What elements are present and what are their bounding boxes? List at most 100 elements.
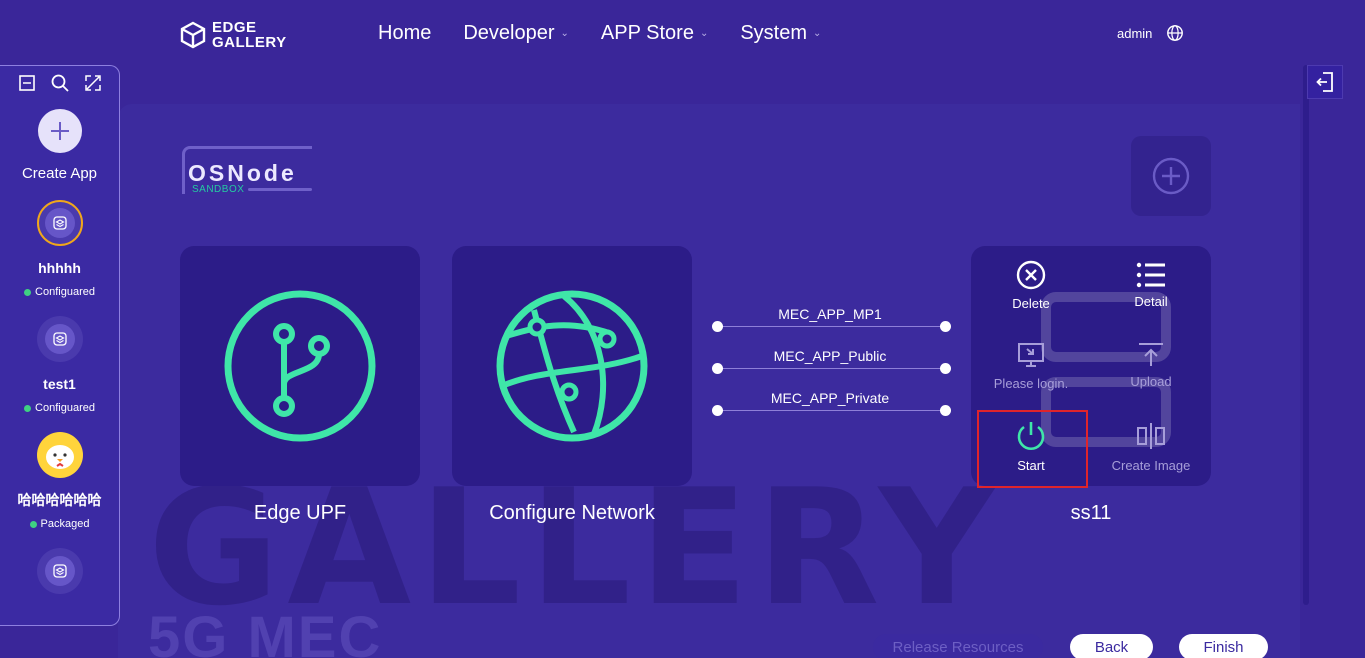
upload-icon xyxy=(1139,343,1163,366)
configure-network-card[interactable] xyxy=(452,246,692,486)
layers-icon xyxy=(44,324,75,354)
sidebar-app-item[interactable] xyxy=(0,548,119,594)
logo-cube-icon xyxy=(180,21,206,49)
app-avatar xyxy=(36,548,83,594)
sidebar-app-item[interactable]: 哈哈哈哈哈哈 Packaged xyxy=(0,432,119,530)
network-name: MEC_APP_Private xyxy=(770,390,890,406)
finish-button[interactable]: Finish xyxy=(1179,634,1268,658)
nav-system-label: System xyxy=(740,22,808,44)
app-sidebar: Create App hhhhh Configuared test1 Confi… xyxy=(0,65,120,626)
edge-upf-card[interactable] xyxy=(180,246,420,486)
user-area: admin xyxy=(1117,24,1184,42)
title-underline xyxy=(248,188,312,191)
connector-dot xyxy=(940,405,951,416)
logo-line1: EDGE xyxy=(212,19,257,36)
network-connector xyxy=(718,368,946,369)
back-button[interactable]: Back xyxy=(1070,634,1153,658)
app-avatar xyxy=(36,316,83,362)
connector-dot xyxy=(712,321,723,332)
connector-dot xyxy=(940,321,951,332)
nav-home[interactable]: Home xyxy=(378,22,431,45)
collapse-button[interactable] xyxy=(17,73,37,93)
network-name: MEC_APP_MP1 xyxy=(778,306,882,322)
delete-label: Delete xyxy=(1012,296,1050,311)
status-badge: Packaged xyxy=(29,518,89,530)
close-circle-icon xyxy=(1016,260,1046,290)
network-globe-icon xyxy=(496,290,648,442)
upload-button[interactable]: Upload xyxy=(1091,342,1211,389)
start-highlight xyxy=(977,410,1088,488)
chevron-down-icon: ⌄ xyxy=(699,28,709,39)
create-app-button[interactable]: Create App xyxy=(0,109,119,182)
list-icon xyxy=(1136,262,1165,288)
exit-button[interactable] xyxy=(1307,65,1343,99)
sidebar-app-item[interactable]: hhhhh Configuared xyxy=(0,200,119,298)
top-navigation: EDGE GALLERY Home Developer ⌄ APP Store … xyxy=(0,0,1365,68)
plus-icon xyxy=(37,109,82,153)
expand-icon xyxy=(84,75,101,91)
nav-app-store[interactable]: APP Store ⌄ xyxy=(601,22,708,45)
network-item[interactable]: MEC_APP_MP1 xyxy=(712,300,954,342)
scrollbar[interactable] xyxy=(1303,65,1309,605)
sidebar-app-item[interactable]: test1 Configuared xyxy=(0,316,119,414)
exit-icon xyxy=(1316,72,1333,92)
release-resources-button[interactable]: Release Resources xyxy=(873,634,1043,658)
username[interactable]: admin xyxy=(1117,26,1152,41)
detail-button[interactable]: Detail xyxy=(1091,262,1211,309)
network-item[interactable]: MEC_APP_Public xyxy=(712,342,954,384)
chevron-down-icon: ⌄ xyxy=(560,28,569,39)
layers-icon xyxy=(44,556,75,586)
logo-line2: GALLERY xyxy=(212,34,287,51)
edgegallery-logo[interactable]: EDGE GALLERY xyxy=(180,20,287,50)
nav-home-label: Home xyxy=(378,22,432,44)
create-image-button[interactable]: Create Image xyxy=(1091,422,1211,473)
app-avatar xyxy=(36,200,83,246)
network-connector xyxy=(718,410,946,411)
status-badge: Configuared xyxy=(24,402,95,414)
login-label: Please login. xyxy=(993,376,1069,391)
page-subtitle: SANDBOX xyxy=(192,184,245,195)
main-nav: Home Developer ⌄ APP Store ⌄ System ⌄ xyxy=(378,22,853,45)
create-app-label: Create App xyxy=(21,165,98,182)
search-icon xyxy=(51,74,69,92)
create-image-label: Create Image xyxy=(1111,458,1191,473)
connector-dot xyxy=(712,405,723,416)
monitor-icon xyxy=(1018,343,1044,367)
login-button[interactable]: Please login. xyxy=(971,342,1091,391)
layers-icon xyxy=(44,208,75,238)
network-name: MEC_APP_Public xyxy=(773,348,887,364)
configure-network-label: Configure Network xyxy=(489,502,655,524)
connector-dot xyxy=(940,363,951,374)
app-name: test1 xyxy=(43,376,76,392)
expand-button[interactable] xyxy=(83,73,103,93)
nav-developer-label: Developer xyxy=(463,22,555,44)
edge-upf-label: Edge UPF xyxy=(253,502,347,524)
nav-developer[interactable]: Developer ⌄ xyxy=(463,22,569,45)
background-5g-mec: 5G MEC xyxy=(148,605,383,658)
chevron-down-icon: ⌄ xyxy=(813,28,822,39)
delete-button[interactable]: Delete xyxy=(971,260,1091,311)
git-branch-icon xyxy=(224,290,376,442)
network-connector xyxy=(718,326,946,327)
page-title: OSNode xyxy=(188,160,297,186)
network-item[interactable]: MEC_APP_Private xyxy=(712,384,954,426)
split-icon xyxy=(1137,423,1165,449)
plus-circle-icon xyxy=(1152,157,1190,195)
add-button[interactable] xyxy=(1131,136,1211,216)
app-name: hhhhh xyxy=(38,260,81,276)
nav-app-store-label: APP Store xyxy=(600,22,694,44)
search-button[interactable] xyxy=(50,73,70,93)
main-panel: GALLERY 5G MEC OSNode SANDBOX Edge UPF C… xyxy=(118,104,1300,658)
globe-icon[interactable] xyxy=(1166,24,1184,42)
upload-label: Upload xyxy=(1130,374,1172,389)
network-list: MEC_APP_MP1 MEC_APP_Public MEC_APP_Priva… xyxy=(712,300,954,426)
chick-avatar-icon xyxy=(36,432,83,478)
sidebar-tools xyxy=(0,66,119,93)
app-name-label: ss11 xyxy=(1070,502,1112,524)
detail-label: Detail xyxy=(1134,294,1168,309)
nav-system[interactable]: System ⌄ xyxy=(740,22,821,45)
app-name: 哈哈哈哈哈哈 xyxy=(17,492,102,508)
collapse-icon xyxy=(18,75,35,91)
status-badge: Configuared xyxy=(24,286,95,298)
connector-dot xyxy=(712,363,723,374)
